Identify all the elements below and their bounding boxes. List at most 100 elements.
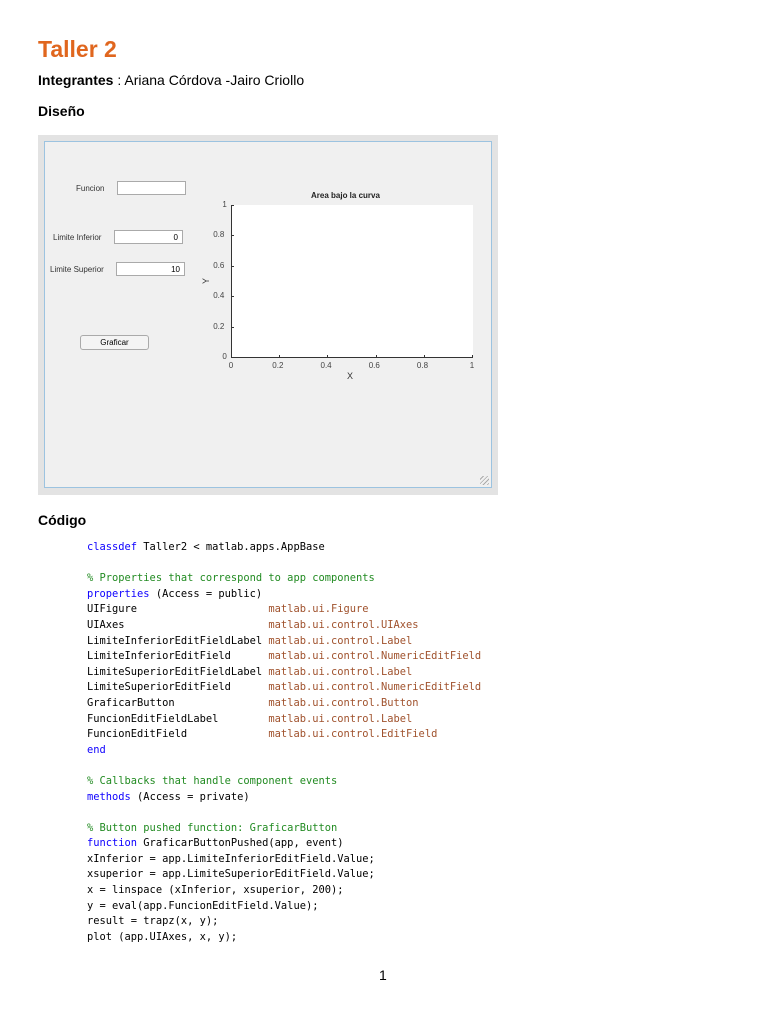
x-tick-label: 0.2: [272, 361, 284, 370]
y-tick-label: 0.4: [213, 291, 225, 301]
code-line: y = eval(app.FuncionEditField.Value);: [87, 899, 481, 915]
x-tick: [375, 355, 377, 358]
y-tick-label: 0: [222, 352, 227, 361]
code-token: matlab.ui.control.Label: [268, 712, 413, 725]
code-line: xInferior = app.LimiteInferiorEditField.…: [87, 852, 481, 868]
y-tick: [231, 205, 234, 206]
code-token: xInferior = app.LimiteInferiorEditField.…: [87, 852, 375, 865]
code-token: matlab.ui.control.Button: [268, 696, 419, 709]
y-tick-label: 1: [222, 200, 227, 209]
code-token: properties: [87, 587, 150, 600]
code-token: Taller2 < matlab.apps.AppBase: [137, 541, 325, 553]
funcion-input[interactable]: [117, 181, 186, 195]
y-tick: [231, 326, 234, 328]
code-token: methods: [87, 790, 131, 803]
code-line: classdef Taller2 < matlab.apps.AppBase: [87, 540, 481, 556]
section-heading-code: Código: [38, 512, 87, 528]
code-line: FuncionEditField matlab.ui.control.EditF…: [87, 727, 481, 743]
x-tick: [279, 355, 281, 358]
code-block: classdef Taller2 < matlab.apps.AppBase % …: [87, 540, 481, 945]
code-line: % Button pushed function: GraficarButton: [87, 821, 481, 837]
code-token: matlab.ui.control.UIAxes: [268, 618, 419, 631]
code-token: y = eval(app.FuncionEditField.Value);: [87, 899, 319, 912]
page-number: 1: [379, 967, 387, 983]
x-tick: [472, 355, 473, 358]
code-token: (Access = public): [149, 587, 263, 600]
x-tick: [327, 355, 329, 358]
chart-title: Area bajo la curva: [311, 191, 380, 200]
code-token: LimiteInferiorEditFieldLabel: [87, 634, 269, 647]
y-axis-label: Y: [201, 277, 212, 285]
y-tick: [231, 296, 234, 298]
code-line: end: [87, 743, 481, 759]
code-token: % Properties that correspond to app comp…: [87, 572, 375, 585]
document-title: Taller 2: [38, 36, 117, 62]
x-tick-label: 1: [469, 361, 475, 370]
plot-axes: [231, 205, 473, 358]
code-token: matlab.ui.control.Label: [268, 634, 413, 647]
code-line: LimiteSuperiorEditFieldLabel matlab.ui.c…: [87, 665, 481, 681]
app-design-figure: Funcion Limite Inferior 0 Limite Superio…: [38, 135, 498, 495]
y-tick-label: 0.8: [213, 230, 225, 240]
y-tick-label: 0.2: [213, 321, 225, 331]
code-line: FuncionEditFieldLabel matlab.ui.control.…: [87, 712, 481, 728]
code-token: LimiteSuperiorEditField: [87, 681, 269, 694]
code-line: LimiteSuperiorEditField matlab.ui.contro…: [87, 680, 481, 696]
code-line: properties (Access = public): [87, 587, 481, 603]
x-tick-label: 0: [228, 361, 234, 370]
code-line: function GraficarButtonPushed(app, event…: [87, 836, 481, 852]
code-line: plot (app.UIAxes, x, y);: [87, 930, 481, 946]
y-tick-label: 0.6: [213, 260, 225, 270]
code-token: result = trapz(x, y);: [87, 915, 219, 928]
code-token: LimiteInferiorEditField: [87, 650, 269, 663]
code-token: FuncionEditField: [87, 728, 269, 741]
y-tick: [231, 357, 234, 358]
code-line: x = linspace (xInferior, xsuperior, 200)…: [87, 883, 481, 899]
code-token: classdef: [87, 541, 138, 553]
limite-inferior-input[interactable]: 0: [114, 230, 183, 244]
members-label: Integrantes: [38, 72, 114, 88]
code-token: matlab.ui.Figure: [268, 603, 369, 616]
code-token: end: [87, 743, 106, 756]
code-token: function: [87, 837, 138, 850]
code-line: UIFigure matlab.ui.Figure: [87, 602, 481, 618]
code-token: GraficarButtonPushed(app, event): [137, 837, 344, 850]
code-token: % Button pushed function: GraficarButton: [87, 821, 338, 834]
x-tick-label: 0.8: [416, 361, 429, 370]
code-token: matlab.ui.control.Label: [268, 665, 413, 678]
code-token: plot (app.UIAxes, x, y);: [87, 930, 238, 943]
members-line: Integrantes : Ariana Córdova -Jairo Crio…: [38, 72, 304, 88]
code-token: FuncionEditFieldLabel: [87, 712, 269, 725]
x-tick: [423, 355, 425, 358]
members-names: : Ariana Córdova -Jairo Criollo: [113, 72, 305, 88]
code-token: (Access = private): [130, 790, 250, 803]
limite-inferior-label: Limite Inferior: [53, 233, 102, 242]
code-line: methods (Access = private): [87, 790, 481, 806]
code-token: % Callbacks that handle component events: [87, 774, 338, 787]
code-token: matlab.ui.control.NumericEditField: [268, 650, 482, 663]
code-token: UIAxes: [87, 618, 269, 631]
code-line: LimiteInferiorEditFieldLabel matlab.ui.c…: [87, 634, 481, 650]
graficar-button[interactable]: Graficar: [80, 335, 149, 350]
limite-superior-input[interactable]: 10: [116, 262, 185, 276]
x-tick-label: 0.4: [320, 361, 332, 370]
code-line: % Properties that correspond to app comp…: [87, 571, 481, 587]
code-line: xsuperior = app.LimiteSuperiorEditField.…: [87, 867, 481, 883]
funcion-label: Funcion: [76, 184, 105, 193]
code-line: LimiteInferiorEditField matlab.ui.contro…: [87, 649, 481, 665]
resize-grip-icon[interactable]: [480, 476, 489, 485]
code-token: UIFigure: [87, 603, 269, 616]
x-tick-label: 0.6: [368, 361, 380, 370]
y-tick: [231, 265, 234, 267]
section-heading-design: Diseño: [38, 103, 85, 119]
x-axis-label: X: [347, 371, 354, 381]
code-token: matlab.ui.control.NumericEditField: [268, 681, 482, 694]
y-tick: [231, 235, 234, 237]
code-line: result = trapz(x, y);: [87, 914, 481, 930]
code-token: LimiteSuperiorEditFieldLabel: [87, 665, 269, 678]
code-line: GraficarButton matlab.ui.control.Button: [87, 696, 481, 712]
code-token: GraficarButton: [87, 696, 269, 709]
